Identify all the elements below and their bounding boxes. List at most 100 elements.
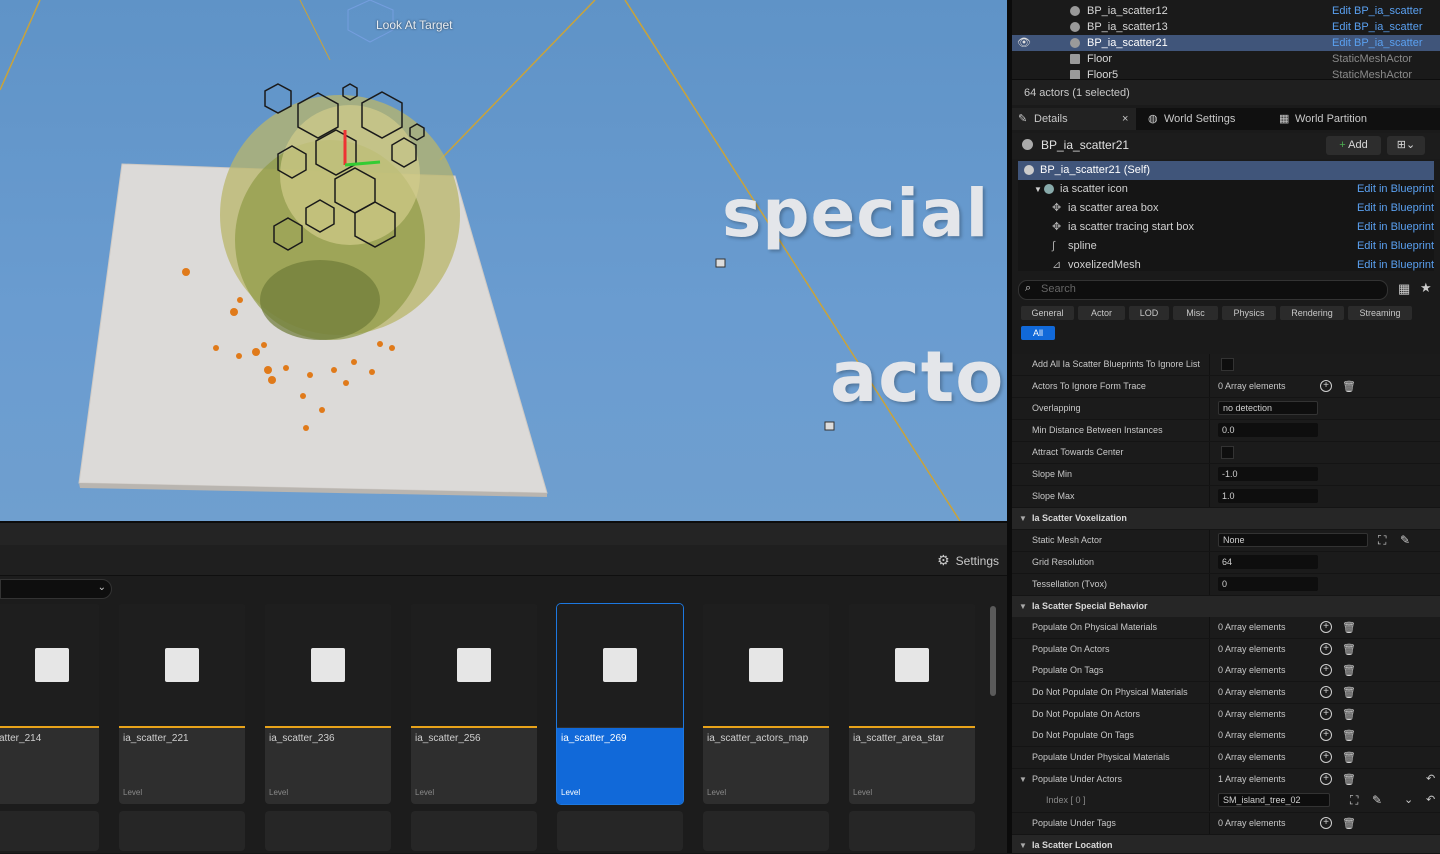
outliner-item-type-link[interactable]: Edit BP_ia_scatter xyxy=(1332,37,1423,49)
property-value: 0 Array elements xyxy=(1218,709,1286,719)
add-element-icon[interactable]: + xyxy=(1320,380,1332,392)
tab-world-settings[interactable]: ◍ World Settings xyxy=(1146,108,1271,130)
outliner-item-type-link[interactable]: Edit BP_ia_scatter xyxy=(1332,21,1423,33)
reset-to-default-icon[interactable]: ↶ xyxy=(1426,772,1435,785)
overlapping-dropdown[interactable]: no detection xyxy=(1218,401,1318,415)
asset-tile[interactable] xyxy=(703,811,829,851)
component-row[interactable]: ∫ spline Edit in Blueprint xyxy=(1018,237,1434,256)
component-row-self[interactable]: BP_ia_scatter21 (Self) xyxy=(1018,161,1434,180)
asset-tile[interactable] xyxy=(0,811,99,851)
outliner-row[interactable]: BP_ia_scatter12 Edit BP_ia_scatter xyxy=(1012,3,1440,19)
trash-icon[interactable]: 🗑 xyxy=(1342,380,1356,393)
trash-icon[interactable]: 🗑 xyxy=(1342,643,1356,656)
asset-tile[interactable]: atter_214 xyxy=(0,604,99,804)
eyedropper-icon[interactable]: ✎ xyxy=(1372,793,1382,807)
outliner-row[interactable]: BP_ia_scatter13 Edit BP_ia_scatter xyxy=(1012,19,1440,35)
asset-tile[interactable]: ia_scatter_area_star Level xyxy=(849,604,975,804)
eye-icon[interactable]: 👁 xyxy=(1017,36,1031,49)
asset-tile-selected[interactable]: ia_scatter_269 Level xyxy=(556,603,684,805)
trash-icon[interactable]: 🗑 xyxy=(1342,708,1356,721)
trash-icon[interactable]: 🗑 xyxy=(1342,817,1356,830)
category-rendering[interactable]: Rendering xyxy=(1280,306,1344,320)
add-element-icon[interactable]: + xyxy=(1320,686,1332,698)
edit-in-blueprint-link[interactable]: Edit in Blueprint xyxy=(1357,180,1434,199)
category-lod[interactable]: LOD xyxy=(1129,306,1169,320)
add-element-icon[interactable]: + xyxy=(1320,773,1332,785)
edit-in-blueprint-link[interactable]: Edit in Blueprint xyxy=(1357,218,1434,237)
property-label: Static Mesh Actor xyxy=(1032,535,1103,545)
add-element-icon[interactable]: + xyxy=(1320,751,1332,763)
eyedropper-icon[interactable]: ✎ xyxy=(1400,533,1410,547)
edit-in-blueprint-link[interactable]: Edit in Blueprint xyxy=(1357,256,1434,271)
add-element-icon[interactable]: + xyxy=(1320,643,1332,655)
number-input[interactable]: -1.0 xyxy=(1218,467,1318,481)
asset-tile[interactable]: ia_scatter_236 Level xyxy=(265,604,391,804)
star-icon[interactable]: ★ xyxy=(1420,280,1432,296)
component-row[interactable]: ✥ ia scatter area box Edit in Blueprint xyxy=(1018,199,1434,218)
number-input[interactable]: 1.0 xyxy=(1218,489,1318,503)
component-row[interactable]: ✥ ia scatter tracing start box Edit in B… xyxy=(1018,218,1434,237)
checkbox[interactable] xyxy=(1221,358,1234,371)
category-actor[interactable]: Actor xyxy=(1078,306,1125,320)
edit-in-blueprint-link[interactable]: Edit in Blueprint xyxy=(1357,199,1434,218)
checkbox[interactable] xyxy=(1221,446,1234,459)
number-input[interactable]: 64 xyxy=(1218,555,1318,569)
level-viewport[interactable]: Look At Target special acto xyxy=(0,0,1007,521)
trash-icon[interactable]: 🗑 xyxy=(1342,621,1356,634)
outliner-row[interactable]: Floor5 StaticMeshActor xyxy=(1012,67,1440,79)
add-element-icon[interactable]: + xyxy=(1320,664,1332,676)
outliner-row[interactable]: Floor StaticMeshActor xyxy=(1012,51,1440,67)
asset-tile[interactable]: ia_scatter_221 Level xyxy=(119,604,245,804)
trash-icon[interactable]: 🗑 xyxy=(1342,686,1356,699)
blueprint-options-button[interactable]: ⊞⌄ xyxy=(1387,136,1425,155)
category-physics[interactable]: Physics xyxy=(1222,306,1276,320)
scrollbar[interactable] xyxy=(990,606,996,696)
outliner-item-type-link[interactable]: Edit BP_ia_scatter xyxy=(1332,5,1423,17)
category-all[interactable]: All xyxy=(1021,326,1055,340)
collapse-arrow-icon[interactable]: ▼ xyxy=(1019,775,1027,784)
trash-icon[interactable]: 🗑 xyxy=(1342,729,1356,742)
trash-icon[interactable]: 🗑 xyxy=(1342,773,1356,786)
static-mesh-actor-dropdown[interactable]: None xyxy=(1218,533,1368,547)
mesh-actor-dropdown[interactable]: SM_island_tree_02 xyxy=(1218,793,1330,807)
tab-world-partition[interactable]: ▦ World Partition xyxy=(1277,108,1407,130)
add-element-icon[interactable]: + xyxy=(1320,817,1332,829)
asset-tile[interactable] xyxy=(849,811,975,851)
category-streaming[interactable]: Streaming xyxy=(1348,306,1412,320)
section-header-special-behavior[interactable]: ▼ Ia Scatter Special Behavior xyxy=(1012,596,1440,618)
asset-tile[interactable] xyxy=(265,811,391,851)
select-actor-icon[interactable]: ⛶ xyxy=(1350,793,1358,808)
chevron-down-icon[interactable]: ⌄ xyxy=(1404,793,1413,806)
add-element-icon[interactable]: + xyxy=(1320,708,1332,720)
expand-arrow-icon[interactable]: ▼ xyxy=(1034,180,1042,199)
edit-in-blueprint-link[interactable]: Edit in Blueprint xyxy=(1357,237,1434,256)
section-header-voxelization[interactable]: ▼ Ia Scatter Voxelization xyxy=(1012,508,1440,530)
asset-type-bar xyxy=(0,726,99,728)
asset-tile[interactable]: ia_scatter_256 Level xyxy=(411,604,537,804)
add-element-icon[interactable]: + xyxy=(1320,621,1332,633)
table-view-icon[interactable]: ▦ xyxy=(1398,281,1410,297)
details-search-input[interactable]: ⌕ Search xyxy=(1018,280,1388,300)
close-icon[interactable]: × xyxy=(1122,108,1128,130)
asset-tile[interactable]: ia_scatter_actors_map Level xyxy=(703,604,829,804)
add-element-icon[interactable]: + xyxy=(1320,729,1332,741)
component-row[interactable]: ⊿ voxelizedMesh Edit in Blueprint xyxy=(1018,256,1434,271)
category-misc[interactable]: Misc xyxy=(1173,306,1218,320)
trash-icon[interactable]: 🗑 xyxy=(1342,664,1356,677)
outliner-row-selected[interactable]: 👁 BP_ia_scatter21 Edit BP_ia_scatter xyxy=(1012,35,1440,51)
filter-dropdown[interactable]: ⌄ xyxy=(0,579,112,599)
asset-tile[interactable] xyxy=(119,811,245,851)
asset-tile[interactable] xyxy=(557,811,683,851)
asset-tile[interactable] xyxy=(411,811,537,851)
category-general[interactable]: General xyxy=(1021,306,1074,320)
number-input[interactable]: 0.0 xyxy=(1218,423,1318,437)
tab-details[interactable]: ✎ Details × xyxy=(1012,108,1136,130)
add-component-button[interactable]: + Add xyxy=(1326,136,1381,155)
number-input[interactable]: 0 xyxy=(1218,577,1318,591)
component-row[interactable]: ▼ ia scatter icon Edit in Blueprint xyxy=(1018,180,1434,199)
select-actor-icon[interactable]: ⛶ xyxy=(1378,533,1386,548)
trash-icon[interactable]: 🗑 xyxy=(1342,751,1356,764)
section-header-location[interactable]: ▼ Ia Scatter Location xyxy=(1012,835,1440,854)
settings-button[interactable]: ⚙ Settings xyxy=(937,552,999,569)
reset-to-default-icon[interactable]: ↶ xyxy=(1426,793,1435,806)
